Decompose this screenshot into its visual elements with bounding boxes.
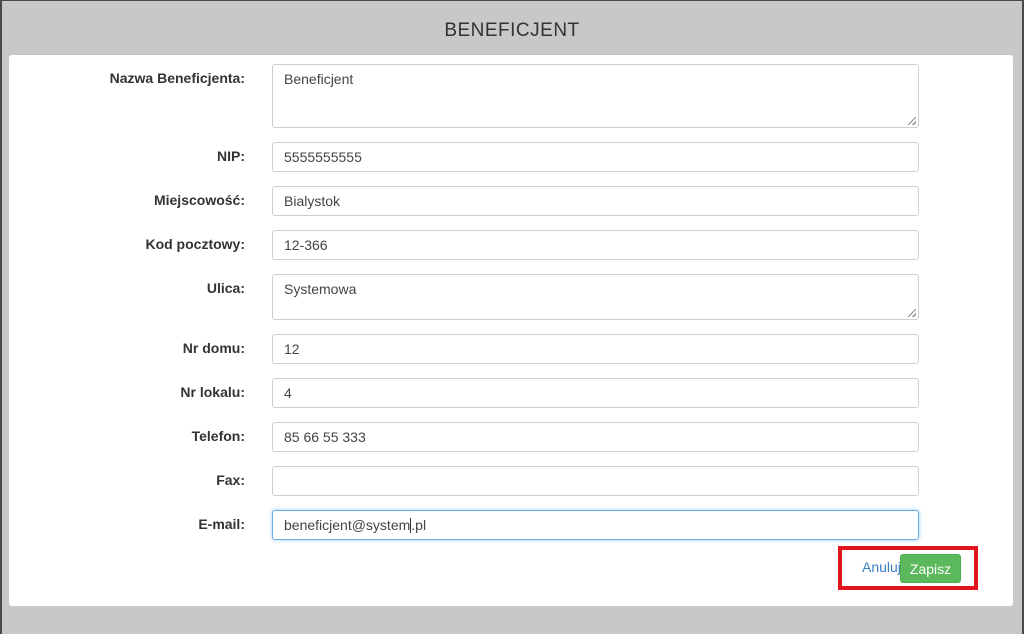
nr-lokalu-label: Nr lokalu:	[180, 384, 245, 400]
nip-value: 5555555555	[284, 149, 362, 165]
email-value-before-caret: beneficjent@system	[284, 517, 411, 533]
miejscowosc-value: Bialystok	[284, 193, 341, 209]
ulica-value: Systemowa	[284, 281, 357, 297]
ulica-textarea[interactable]: Systemowa	[272, 274, 919, 320]
nazwa-textarea[interactable]: Beneficjent	[272, 64, 919, 128]
nr-domu-value: 12	[284, 341, 300, 357]
nip-input[interactable]: 5555555555	[272, 142, 919, 172]
telefon-value: 85 66 55 333	[284, 429, 366, 445]
fax-label: Fax:	[216, 472, 245, 488]
kod-value: 12-366	[284, 237, 328, 253]
nr-domu-label: Nr domu:	[182, 340, 245, 356]
fax-input[interactable]	[272, 466, 919, 496]
miejscowosc-input[interactable]: Bialystok	[272, 186, 919, 216]
resize-grip-icon[interactable]	[908, 309, 916, 317]
nazwa-label: Nazwa Beneficjenta:	[109, 70, 245, 86]
kod-label: Kod pocztowy:	[145, 236, 245, 252]
email-input[interactable]: beneficjent@system .pl	[272, 510, 919, 540]
cancel-link[interactable]: Anuluj	[862, 559, 901, 575]
resize-grip-icon[interactable]	[908, 117, 916, 125]
nr-lokalu-value: 4	[284, 385, 292, 401]
dialog-title: BENEFICJENT	[444, 20, 580, 41]
kod-pocztowy-input[interactable]: 12-366	[272, 230, 919, 260]
nr-domu-input[interactable]: 12	[272, 334, 919, 364]
save-button[interactable]: Zapisz	[900, 554, 961, 583]
email-value-after-caret: .pl	[411, 517, 427, 533]
nr-lokalu-input[interactable]: 4	[272, 378, 919, 408]
dialog-backdrop	[0, 606, 1024, 634]
email-label: E-mail:	[198, 516, 245, 532]
nazwa-value: Beneficjent	[284, 71, 354, 87]
telefon-label: Telefon:	[191, 428, 245, 444]
nip-label: NIP:	[217, 148, 245, 164]
ulica-label: Ulica:	[206, 280, 245, 296]
telefon-input[interactable]: 85 66 55 333	[272, 422, 919, 452]
miejscowosc-label: Miejscowość:	[153, 192, 245, 208]
